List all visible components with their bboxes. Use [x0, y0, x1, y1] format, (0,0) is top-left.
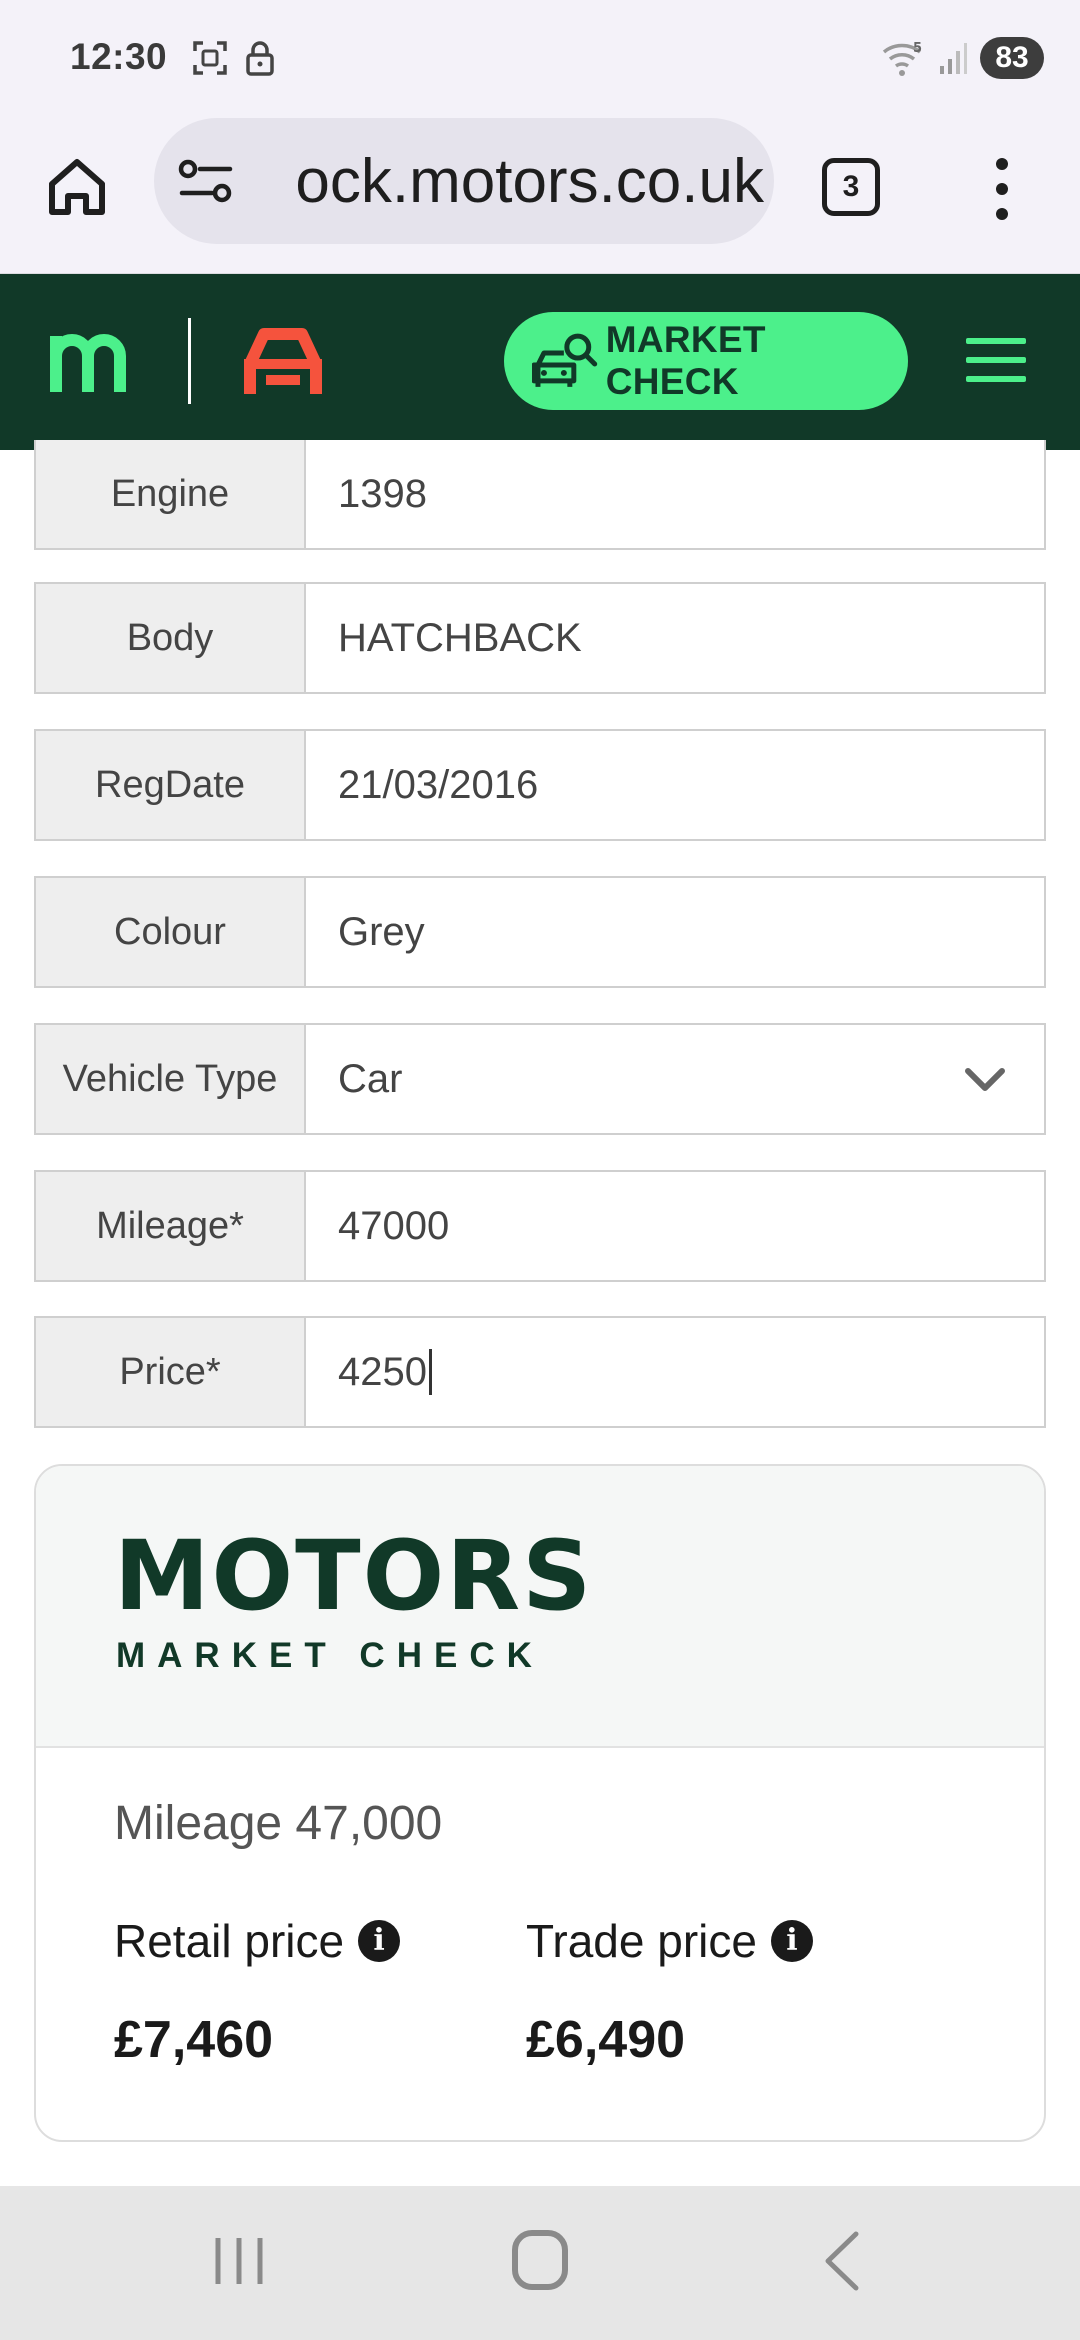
regdate-row: RegDate 21/03/2016	[34, 729, 1046, 841]
url-bar[interactable]: ock.motors.co.uk	[154, 118, 774, 244]
trade-price-block: Trade price i £6,490	[526, 1914, 813, 2070]
trade-price-value: £6,490	[526, 2011, 686, 2069]
market-check-label: MARKET CHECK	[605, 319, 766, 402]
home-icon[interactable]	[44, 154, 110, 220]
retail-info-icon[interactable]: i	[358, 1920, 401, 1962]
site-header: MARKET CHECK	[0, 274, 1080, 450]
engine-field[interactable]: 1398	[306, 440, 1044, 548]
header-divider	[188, 318, 191, 404]
site-settings-icon[interactable]	[178, 158, 234, 204]
vehicle-type-row: Vehicle Type Car	[34, 1023, 1046, 1135]
motors-brand-title: MOTORS	[114, 1520, 594, 1632]
retail-price-block: Retail price i £7,460	[114, 1914, 401, 2070]
vehicle-type-label: Vehicle Type	[36, 1025, 306, 1133]
market-check-card-header: MOTORS MARKET CHECK	[36, 1466, 1044, 1748]
status-bar: 12:30 5 83	[0, 0, 1080, 118]
motors-logo-icon[interactable]	[50, 330, 140, 394]
status-right: 5 83	[882, 36, 1044, 80]
retail-price-value: £7,460	[114, 2011, 274, 2069]
status-time: 12:30	[70, 36, 168, 77]
signal-icon	[940, 43, 967, 74]
engine-label: Engine	[36, 440, 306, 548]
body-row: Body HATCHBACK	[34, 582, 1046, 694]
price-label: Price*	[36, 1318, 306, 1426]
tab-switcher-button[interactable]: 3	[822, 158, 880, 216]
system-nav-bar	[0, 2186, 1080, 2340]
wifi-icon: 5	[882, 41, 922, 76]
market-check-brand-subtitle: MARKET CHECK	[116, 1636, 544, 1675]
mileage-row: Mileage* 47000	[34, 1170, 1046, 1282]
price-value: 4250	[338, 1349, 427, 1394]
mileage-field[interactable]: 47000	[306, 1172, 1044, 1280]
market-check-card: MOTORS MARKET CHECK Mileage 47,000 Retai…	[34, 1464, 1046, 2142]
colour-field[interactable]: Grey	[306, 878, 1044, 986]
svg-text:5: 5	[913, 41, 922, 56]
card-mileage-text: Mileage 47,000	[114, 1797, 443, 1850]
price-row: Price* 4250	[34, 1316, 1046, 1428]
colour-label: Colour	[36, 878, 306, 986]
mileage-label: Mileage*	[36, 1172, 306, 1280]
market-check-button[interactable]: MARKET CHECK	[504, 312, 908, 410]
body-label: Body	[36, 584, 306, 692]
engine-row: Engine 1398	[34, 440, 1046, 550]
recent-apps-icon[interactable]	[212, 2236, 266, 2286]
price-field[interactable]: 4250	[306, 1318, 1044, 1426]
home-nav-icon[interactable]	[512, 2230, 568, 2290]
body-field[interactable]: HATCHBACK	[306, 584, 1044, 692]
car-search-icon	[532, 333, 598, 387]
hamburger-menu-icon[interactable]	[966, 338, 1026, 384]
vehicle-type-value: Car	[338, 1056, 403, 1101]
url-fade	[248, 128, 294, 234]
regdate-field[interactable]: 21/03/2016	[306, 731, 1044, 839]
back-icon[interactable]	[822, 2230, 862, 2292]
car-logo-icon[interactable]	[240, 324, 326, 396]
colour-row: Colour Grey	[34, 876, 1046, 988]
url-text: ock.motors.co.uk	[295, 147, 764, 216]
regdate-label: RegDate	[36, 731, 306, 839]
chevron-down-icon	[965, 1068, 1005, 1091]
battery-badge: 83	[980, 37, 1044, 79]
vehicle-type-select[interactable]: Car	[306, 1025, 1044, 1133]
trade-price-label: Trade price	[526, 1915, 757, 1967]
more-vert-icon[interactable]	[990, 154, 1014, 224]
trade-info-icon[interactable]: i	[770, 1920, 813, 1962]
retail-price-label: Retail price	[114, 1915, 345, 1967]
text-cursor	[428, 1349, 432, 1395]
lock-icon	[246, 41, 274, 76]
browser-toolbar: ock.motors.co.uk 3	[0, 118, 1080, 274]
screenshot-icon	[193, 41, 227, 75]
